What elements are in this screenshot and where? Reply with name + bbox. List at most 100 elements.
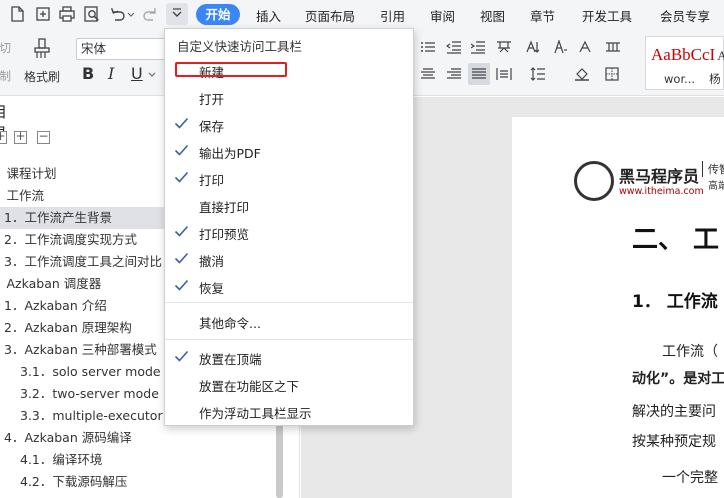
- outline-item-label: 、Azkaban 调度器: [0, 276, 102, 291]
- borders-icon[interactable]: [604, 67, 620, 81]
- tab-developer-tools[interactable]: 开发工具: [582, 6, 632, 25]
- show-hide-marks-icon[interactable]: [552, 39, 568, 54]
- outline-item[interactable]: 3.2．two-server mode: [20, 383, 159, 405]
- paragraph-mark-icon[interactable]: [578, 40, 594, 54]
- align-center-icon[interactable]: [420, 67, 436, 81]
- outline-item[interactable]: 2．Azkaban 原理架构: [4, 317, 132, 339]
- italic-button[interactable]: I: [108, 64, 114, 83]
- menu-item-command[interactable]: 打开: [165, 84, 413, 110]
- outline-item[interactable]: 2．工作流调度实现方式: [4, 229, 137, 251]
- nav-collapse-button[interactable]: −: [37, 129, 50, 144]
- outline-item[interactable]: 4.1．编译环境: [20, 449, 102, 471]
- style-gallery[interactable]: AaBbCcI A wor... 杨: [645, 36, 724, 90]
- checkmark-icon: [174, 225, 189, 238]
- doc-heading-2: 1． 工作流: [632, 292, 718, 312]
- menu-item-command[interactable]: 保存: [165, 111, 413, 137]
- line-spacing-icon[interactable]: [530, 67, 546, 81]
- table-borders-icon[interactable]: [605, 40, 621, 54]
- outline-item[interactable]: 3.1．solo server mode: [20, 361, 161, 383]
- menu-item-position[interactable]: 作为浮动工具栏显示: [165, 398, 413, 424]
- checkmark-icon: [174, 144, 189, 157]
- underline-button[interactable]: U: [131, 64, 143, 83]
- outline-item[interactable]: 3.3．multiple-executor m: [20, 405, 179, 427]
- checkmark-icon: [174, 350, 189, 363]
- print-preview-icon[interactable]: [83, 5, 101, 23]
- logo-side-text-2: 高端: [708, 181, 724, 192]
- new-document-icon[interactable]: [8, 5, 26, 23]
- tab-review[interactable]: 审阅: [430, 6, 455, 25]
- outline-item[interactable]: 、课程计划: [0, 163, 57, 185]
- menu-item-command[interactable]: 打印: [165, 165, 413, 191]
- menu-item-other-commands[interactable]: 其他命令...: [165, 308, 413, 334]
- outline-item[interactable]: 4．Azkaban 源码编译: [4, 427, 132, 449]
- doc-paragraph-line-4: 按某种预定规: [632, 434, 716, 450]
- logo-emblem-icon: [574, 161, 614, 201]
- nav-expand-all-button[interactable]: +: [14, 129, 27, 144]
- align-right-icon[interactable]: [446, 67, 462, 81]
- outline-item-label: 1．工作流产生背景: [4, 210, 112, 225]
- outline-item-label: 4.2．下载源码解压: [20, 474, 128, 489]
- underline-dropdown-icon[interactable]: [147, 68, 157, 82]
- increase-indent-icon[interactable]: [470, 40, 486, 54]
- print-icon[interactable]: [58, 5, 76, 23]
- menu-item-command[interactable]: 输出为PDF: [165, 138, 413, 164]
- logo-text: 黑马程序员: [619, 167, 700, 186]
- copy-button[interactable]: 复制: [0, 68, 14, 84]
- decrease-indent-icon[interactable]: [445, 40, 462, 54]
- menu-item-command[interactable]: 撤消: [165, 246, 413, 272]
- tab-member[interactable]: 会员专享: [660, 6, 710, 25]
- menu-item-label: 输出为PDF: [199, 146, 261, 161]
- document-page[interactable]: 黑马程序员 www.itheima.com 传智 高端 二、 工 1． 工作流 …: [512, 117, 724, 498]
- cut-button[interactable]: 剪切: [0, 40, 14, 56]
- menu-separator: [165, 302, 413, 303]
- shading-icon[interactable]: [574, 67, 590, 81]
- tab-home[interactable]: 开始: [196, 4, 240, 25]
- style-name: wor... 杨: [664, 72, 721, 86]
- outline-item-label: 2．Azkaban 原理架构: [4, 320, 132, 335]
- menu-item-label: 作为浮动工具栏显示: [199, 406, 312, 421]
- checkmark-icon: [174, 171, 189, 184]
- menu-item-position[interactable]: 放置在功能区之下: [165, 371, 413, 397]
- align-justify-icon: [472, 68, 486, 79]
- customize-toolbar-dropdown-button[interactable]: [166, 3, 188, 25]
- outline-item[interactable]: 、Azkaban 调度器: [0, 273, 101, 295]
- redo-icon[interactable]: [142, 5, 160, 23]
- tab-page-layout[interactable]: 页面布局: [305, 6, 355, 25]
- outline-item[interactable]: 、工作流: [0, 185, 44, 207]
- format-painter-label[interactable]: 格式刷: [24, 68, 60, 85]
- menu-item-label: 撤消: [199, 254, 225, 269]
- format-painter-icon[interactable]: [32, 38, 52, 60]
- align-justify-button[interactable]: [468, 63, 490, 85]
- chinese-layout-icon[interactable]: [496, 40, 512, 54]
- outline-item-label: 4.1．编译环境: [20, 452, 103, 467]
- sort-icon[interactable]: [524, 40, 540, 54]
- menu-item-position[interactable]: 放置在顶端: [165, 344, 413, 370]
- nav-expand-button[interactable]: +: [0, 129, 7, 144]
- font-name-select[interactable]: 宋体: [76, 38, 168, 60]
- outline-item[interactable]: 3．Azkaban 三种部署模式: [4, 339, 157, 361]
- tab-chapter[interactable]: 章节: [530, 6, 555, 25]
- distributed-align-icon[interactable]: [496, 67, 512, 81]
- outline-item[interactable]: 1．Azkaban 介绍: [4, 295, 107, 317]
- outline-item[interactable]: 4.2．下载源码解压: [20, 471, 127, 493]
- bold-button[interactable]: B: [82, 64, 94, 83]
- logo-side-text-1: 传智: [702, 161, 724, 177]
- tab-references[interactable]: 引用: [380, 6, 405, 25]
- outline-item-label: 3.2．two-server mode: [20, 386, 159, 401]
- menu-item-command[interactable]: 直接打印: [165, 192, 413, 218]
- menu-item-command[interactable]: 恢复: [165, 273, 413, 299]
- undo-dropdown-icon[interactable]: [126, 5, 136, 23]
- quick-access-toolbar: 开始 插入 页面布局 引用 审阅 视图 章节 开发工具 会员专享: [0, 0, 724, 30]
- menu-item-label: 恢复: [199, 281, 225, 296]
- outline-item[interactable]: 3．工作流调度工具之间对比: [4, 251, 162, 273]
- undo-icon[interactable]: [108, 5, 126, 23]
- export-pdf-icon[interactable]: [34, 5, 52, 23]
- numbered-list-icon[interactable]: [420, 40, 436, 54]
- tab-view[interactable]: 视图: [480, 6, 505, 25]
- checkmark-icon: [174, 279, 189, 292]
- tab-insert[interactable]: 插入: [256, 6, 281, 25]
- doc-paragraph-line-5: 一个完整: [662, 470, 718, 486]
- outline-item-label: 4．Azkaban 源码编译: [4, 430, 132, 445]
- doc-paragraph-line-1: 工作流（: [662, 344, 718, 360]
- menu-item-command[interactable]: 打印预览: [165, 219, 413, 245]
